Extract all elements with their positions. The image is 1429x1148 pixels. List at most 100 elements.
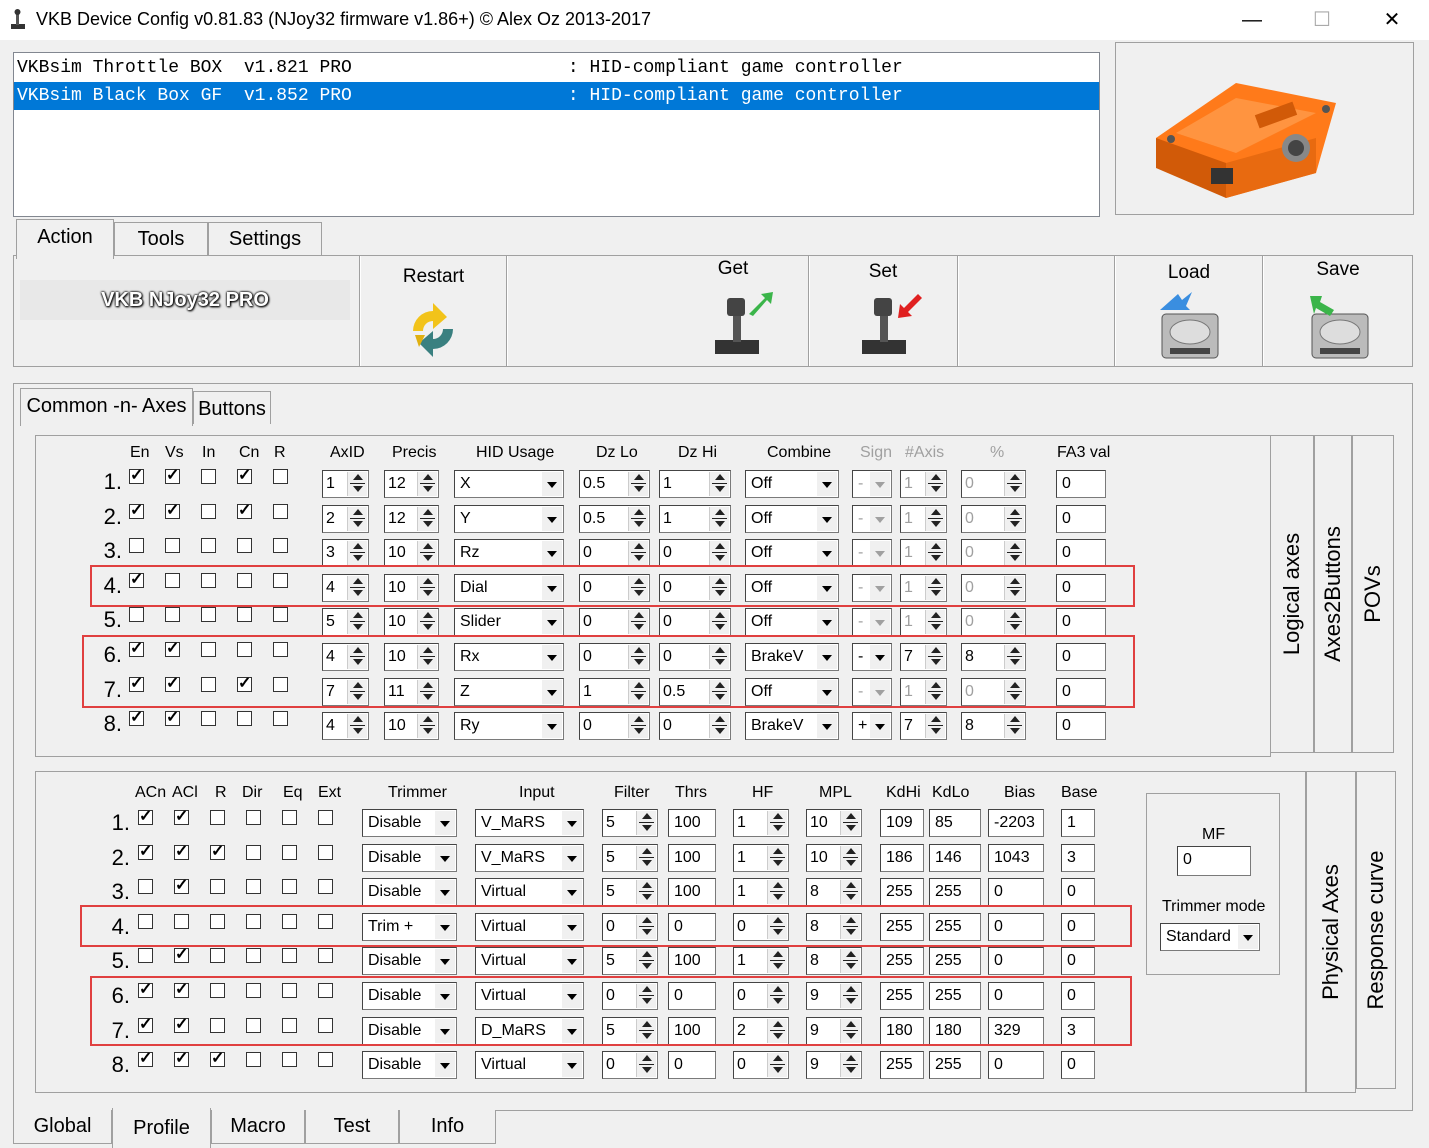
- combine-select[interactable]: Off: [745, 470, 839, 498]
- checkbox-r[interactable]: [210, 810, 225, 825]
- checkbox-acl[interactable]: [174, 841, 189, 861]
- spin-arrows-icon[interactable]: [767, 811, 787, 835]
- kdhi-input[interactable]: 255: [880, 947, 924, 976]
- checkbox-ext[interactable]: [318, 879, 333, 895]
- axis-spinner[interactable]: 1: [900, 539, 947, 568]
- checkbox-vs[interactable]: [165, 538, 180, 554]
- spin-arrows-icon[interactable]: [709, 541, 729, 566]
- spin-arrows-icon[interactable]: [840, 949, 860, 974]
- checkbox-acl[interactable]: [174, 944, 189, 964]
- bias-input[interactable]: 1043: [988, 843, 1044, 872]
- checkbox-cn[interactable]: [237, 711, 252, 727]
- checkbox-cn[interactable]: [237, 538, 252, 554]
- checkbox-dir[interactable]: [246, 948, 261, 964]
- precis-spinner[interactable]: 12: [384, 470, 439, 498]
- tab-logical-axes[interactable]: Logical axes: [1270, 435, 1314, 753]
- spin-arrows-icon[interactable]: [628, 610, 648, 635]
- checkbox-vs[interactable]: [165, 707, 180, 727]
- precis-spinner[interactable]: 10: [384, 539, 439, 568]
- spin-arrows-icon[interactable]: [628, 472, 648, 496]
- spin-arrows-icon[interactable]: [1004, 714, 1024, 739]
- spin-arrows-icon[interactable]: [840, 845, 860, 870]
- input-select[interactable]: V_MaRS: [475, 843, 584, 872]
- dz-hi-spinner[interactable]: 0: [659, 539, 731, 568]
- checkbox-acl[interactable]: [174, 806, 189, 826]
- sign-select[interactable]: -: [852, 539, 892, 568]
- spin-arrows-icon[interactable]: [417, 541, 437, 566]
- spin-arrows-icon[interactable]: [636, 845, 656, 870]
- bias-input[interactable]: 0: [988, 878, 1044, 907]
- spin-arrows-icon[interactable]: [925, 506, 945, 531]
- sign-select[interactable]: -: [852, 608, 892, 637]
- checkbox-r[interactable]: [273, 538, 288, 554]
- axid-spinner[interactable]: 2: [322, 504, 369, 533]
- fa3-input[interactable]: 0: [1056, 504, 1106, 533]
- percent-spinner[interactable]: 0: [961, 504, 1026, 533]
- checkbox-eq[interactable]: [282, 1052, 297, 1068]
- maximize-button[interactable]: ☐: [1292, 0, 1352, 40]
- hf-spinner[interactable]: 0: [733, 1051, 789, 1080]
- sign-select[interactable]: -: [852, 504, 892, 533]
- precis-spinner[interactable]: 10: [384, 712, 439, 741]
- checkbox-r[interactable]: [210, 1048, 225, 1068]
- trimmer-select[interactable]: Disable: [362, 809, 457, 837]
- kdlo-input[interactable]: 255: [929, 1051, 981, 1080]
- kdlo-input[interactable]: 85: [929, 809, 981, 837]
- base-input[interactable]: 3: [1061, 843, 1095, 872]
- trimmer-mode-select[interactable]: Standard: [1160, 923, 1260, 951]
- checkbox-acn[interactable]: [138, 879, 153, 895]
- tab-info[interactable]: Info: [399, 1110, 496, 1144]
- kdhi-input[interactable]: 109: [880, 809, 924, 837]
- tab-macro[interactable]: Macro: [211, 1110, 305, 1144]
- mpl-spinner[interactable]: 9: [806, 1051, 862, 1080]
- tab-common-axes[interactable]: Common -n- Axes: [20, 388, 193, 426]
- checkbox-r[interactable]: [273, 503, 288, 519]
- spin-arrows-icon[interactable]: [347, 610, 367, 635]
- axid-spinner[interactable]: 3: [322, 539, 369, 568]
- checkbox-in[interactable]: [201, 538, 216, 554]
- base-input[interactable]: 0: [1061, 878, 1095, 907]
- filter-spinner[interactable]: 5: [602, 843, 658, 872]
- spin-arrows-icon[interactable]: [1004, 472, 1024, 496]
- thrs-input[interactable]: 100: [668, 878, 716, 907]
- bias-input[interactable]: -2203: [988, 809, 1044, 837]
- trimmer-select[interactable]: Disable: [362, 878, 457, 907]
- spin-arrows-icon[interactable]: [417, 610, 437, 635]
- spin-arrows-icon[interactable]: [628, 541, 648, 566]
- tab-buttons[interactable]: Buttons: [193, 391, 271, 424]
- spin-arrows-icon[interactable]: [840, 1053, 860, 1078]
- spin-arrows-icon[interactable]: [636, 811, 656, 835]
- spin-arrows-icon[interactable]: [417, 714, 437, 739]
- combine-select[interactable]: BrakeV: [745, 712, 839, 741]
- spin-arrows-icon[interactable]: [709, 506, 729, 531]
- spin-arrows-icon[interactable]: [925, 610, 945, 635]
- thrs-input[interactable]: 100: [668, 809, 716, 837]
- mpl-spinner[interactable]: 8: [806, 878, 862, 907]
- bias-input[interactable]: 0: [988, 947, 1044, 976]
- tab-physical-axes[interactable]: Physical Axes: [1306, 771, 1356, 1093]
- percent-spinner[interactable]: 8: [961, 712, 1026, 741]
- fa3-input[interactable]: 0: [1056, 712, 1106, 741]
- dz-hi-spinner[interactable]: 1: [659, 504, 731, 533]
- checkbox-vs[interactable]: [165, 607, 180, 623]
- axis-spinner[interactable]: 1: [900, 504, 947, 533]
- tab-profile[interactable]: Profile: [112, 1108, 211, 1148]
- checkbox-dir[interactable]: [246, 810, 261, 825]
- checkbox-vs[interactable]: [165, 500, 180, 520]
- filter-spinner[interactable]: 0: [602, 1051, 658, 1080]
- axis-spinner[interactable]: 7: [900, 712, 947, 741]
- checkbox-acn[interactable]: [138, 1048, 153, 1068]
- spin-arrows-icon[interactable]: [709, 472, 729, 496]
- filter-spinner[interactable]: 5: [602, 878, 658, 907]
- thrs-input[interactable]: 100: [668, 843, 716, 872]
- checkbox-acn[interactable]: [138, 948, 153, 964]
- thrs-input[interactable]: 0: [668, 1051, 716, 1080]
- kdlo-input[interactable]: 255: [929, 947, 981, 976]
- spin-arrows-icon[interactable]: [767, 949, 787, 974]
- checkbox-ext[interactable]: [318, 844, 333, 860]
- mf-input[interactable]: 0: [1177, 846, 1251, 876]
- checkbox-ext[interactable]: [318, 1052, 333, 1068]
- checkbox-vs[interactable]: [165, 465, 180, 485]
- spin-arrows-icon[interactable]: [925, 472, 945, 496]
- dz-hi-spinner[interactable]: 0: [659, 608, 731, 637]
